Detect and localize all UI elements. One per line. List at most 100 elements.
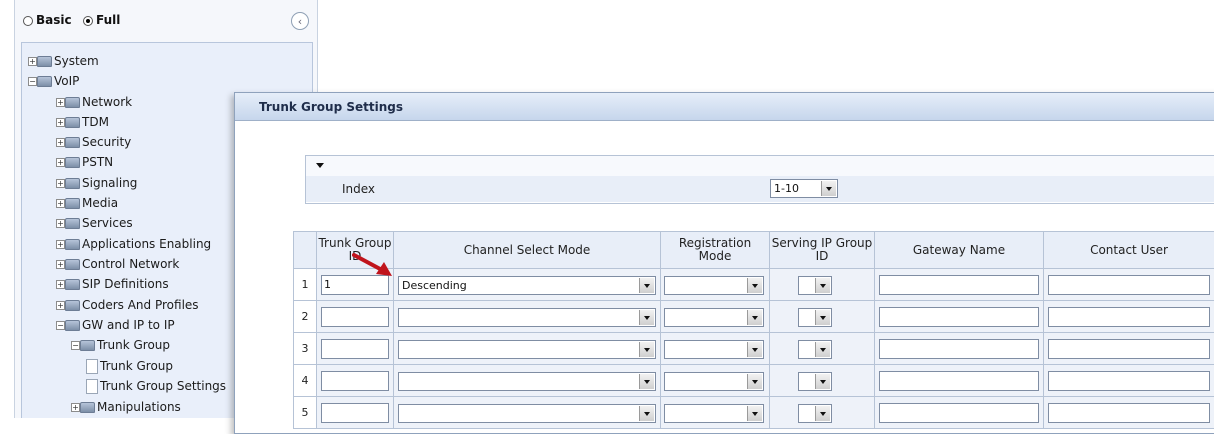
serving-ip-group-id-select[interactable]: [798, 404, 832, 423]
gateway-name-input[interactable]: [879, 275, 1039, 295]
serving-ip-group-id-select[interactable]: [798, 308, 832, 327]
tree-item-trunk-group[interactable]: Trunk Group: [86, 357, 173, 375]
channel-select-mode-select[interactable]: Descending: [398, 276, 656, 295]
dropdown-arrow-icon[interactable]: [639, 278, 654, 293]
serving-ip-group-id-select[interactable]: [798, 372, 832, 391]
tree-item-voip[interactable]: −VoIP: [28, 72, 79, 90]
basic-mode-radio[interactable]: [23, 16, 33, 26]
tree-item-network[interactable]: +Network: [56, 93, 132, 111]
registration-mode-select[interactable]: [664, 404, 764, 423]
registration-mode-select[interactable]: [664, 372, 764, 391]
tree-item-signaling[interactable]: +Signaling: [56, 174, 137, 192]
dropdown-arrow-icon[interactable]: [747, 406, 762, 421]
tree-item-trunk-group-folder[interactable]: −Trunk Group: [71, 336, 170, 354]
index-section-header[interactable]: [306, 156, 1214, 177]
tree-item-system[interactable]: +System: [28, 52, 99, 70]
expand-icon[interactable]: +: [56, 158, 65, 167]
trunk-group-id-input[interactable]: [321, 307, 389, 327]
channel-select-mode-cell: [394, 301, 661, 333]
contact-user-input[interactable]: [1048, 371, 1210, 391]
contact-user-input[interactable]: [1048, 339, 1210, 359]
expand-icon[interactable]: +: [56, 280, 65, 289]
gateway-name-input[interactable]: [879, 371, 1039, 391]
collapse-icon[interactable]: −: [71, 341, 80, 350]
index-select[interactable]: 1-10: [770, 179, 838, 198]
dropdown-arrow-icon[interactable]: [815, 310, 830, 325]
dropdown-arrow-icon[interactable]: [815, 342, 830, 357]
contact-user-input[interactable]: [1048, 307, 1210, 327]
tree-item-control-network[interactable]: +Control Network: [56, 255, 179, 273]
collapse-icon[interactable]: −: [56, 321, 65, 330]
folder-icon: [65, 198, 80, 209]
collapse-triangle-icon[interactable]: [316, 163, 324, 168]
expand-icon[interactable]: +: [56, 138, 65, 147]
trunk-group-id-input[interactable]: 1: [321, 275, 389, 295]
expand-icon[interactable]: +: [56, 260, 65, 269]
dropdown-arrow-icon[interactable]: [747, 342, 762, 357]
serving-ip-group-id-cell: [770, 301, 875, 333]
folder-icon: [65, 300, 80, 311]
dropdown-arrow-icon[interactable]: [747, 278, 762, 293]
dropdown-arrow-icon[interactable]: [639, 310, 654, 325]
expand-icon[interactable]: +: [56, 301, 65, 310]
channel-select-mode-select[interactable]: [398, 340, 656, 359]
expand-icon[interactable]: +: [56, 219, 65, 228]
dropdown-arrow-icon[interactable]: [747, 310, 762, 325]
registration-mode-select[interactable]: [664, 340, 764, 359]
trunk-group-id-cell: [317, 333, 394, 365]
channel-select-mode-select[interactable]: [398, 404, 656, 423]
registration-mode-select[interactable]: [664, 308, 764, 327]
contact-user-input[interactable]: [1048, 403, 1210, 423]
tree-item-media[interactable]: +Media: [56, 194, 118, 212]
tree-item-trunk-group-settings[interactable]: Trunk Group Settings: [86, 377, 226, 395]
expand-icon[interactable]: +: [28, 57, 37, 66]
expand-icon[interactable]: +: [56, 98, 65, 107]
dropdown-arrow-icon[interactable]: [815, 406, 830, 421]
tree-item-label: Coders And Profiles: [82, 298, 199, 312]
tree-item-pstn[interactable]: +PSTN: [56, 153, 113, 171]
tree-item-label: SIP Definitions: [82, 277, 169, 291]
expand-icon[interactable]: +: [71, 403, 80, 412]
full-mode-radio[interactable]: [83, 16, 93, 26]
serving-ip-group-id-select[interactable]: [798, 276, 832, 295]
trunk-group-id-input[interactable]: [321, 339, 389, 359]
serving-ip-group-id-cell: [770, 397, 875, 429]
basic-mode-label[interactable]: Basic: [36, 13, 72, 27]
gateway-name-input[interactable]: [879, 307, 1039, 327]
tree-item-sip-definitions[interactable]: + SIP Definitions: [56, 275, 169, 293]
dropdown-arrow-icon[interactable]: [747, 374, 762, 389]
folder-icon: [65, 157, 80, 168]
serving-ip-group-id-select[interactable]: [798, 340, 832, 359]
full-mode-label[interactable]: Full: [96, 13, 120, 27]
dropdown-arrow-icon[interactable]: [639, 342, 654, 357]
tree-item-applications-enabling[interactable]: +Applications Enabling: [56, 235, 211, 253]
contact-user-input[interactable]: [1048, 275, 1210, 295]
gateway-name-input[interactable]: [879, 403, 1039, 423]
trunk-group-id-input[interactable]: [321, 403, 389, 423]
registration-mode-cell: [661, 269, 770, 301]
expand-icon[interactable]: +: [56, 179, 65, 188]
red-arrow-icon: [352, 252, 394, 278]
contact-user-cell: [1044, 301, 1214, 333]
tree-item-gw-and-ip-to-ip[interactable]: −GW and IP to IP: [56, 316, 175, 334]
expand-icon[interactable]: +: [56, 199, 65, 208]
channel-select-mode-select[interactable]: [398, 308, 656, 327]
trunk-group-id-input[interactable]: [321, 371, 389, 391]
expand-icon[interactable]: +: [56, 118, 65, 127]
tree-item-services[interactable]: +Services: [56, 214, 133, 232]
registration-mode-select[interactable]: [664, 276, 764, 295]
dropdown-arrow-icon[interactable]: [639, 374, 654, 389]
expand-icon[interactable]: +: [56, 240, 65, 249]
tree-item-manipulations[interactable]: +Manipulations: [71, 398, 181, 416]
dropdown-arrow-icon[interactable]: [639, 406, 654, 421]
channel-select-mode-select[interactable]: [398, 372, 656, 391]
tree-item-coders-and-profiles[interactable]: + Coders And Profiles: [56, 296, 199, 314]
collapse-nav-button[interactable]: ‹: [291, 12, 309, 30]
tree-item-tdm[interactable]: +TDM: [56, 113, 109, 131]
dropdown-arrow-icon[interactable]: [815, 374, 830, 389]
collapse-icon[interactable]: −: [28, 77, 37, 86]
dropdown-arrow-icon[interactable]: [815, 278, 830, 293]
gateway-name-input[interactable]: [879, 339, 1039, 359]
dropdown-arrow-icon[interactable]: [821, 181, 836, 196]
tree-item-security[interactable]: +Security: [56, 133, 131, 151]
